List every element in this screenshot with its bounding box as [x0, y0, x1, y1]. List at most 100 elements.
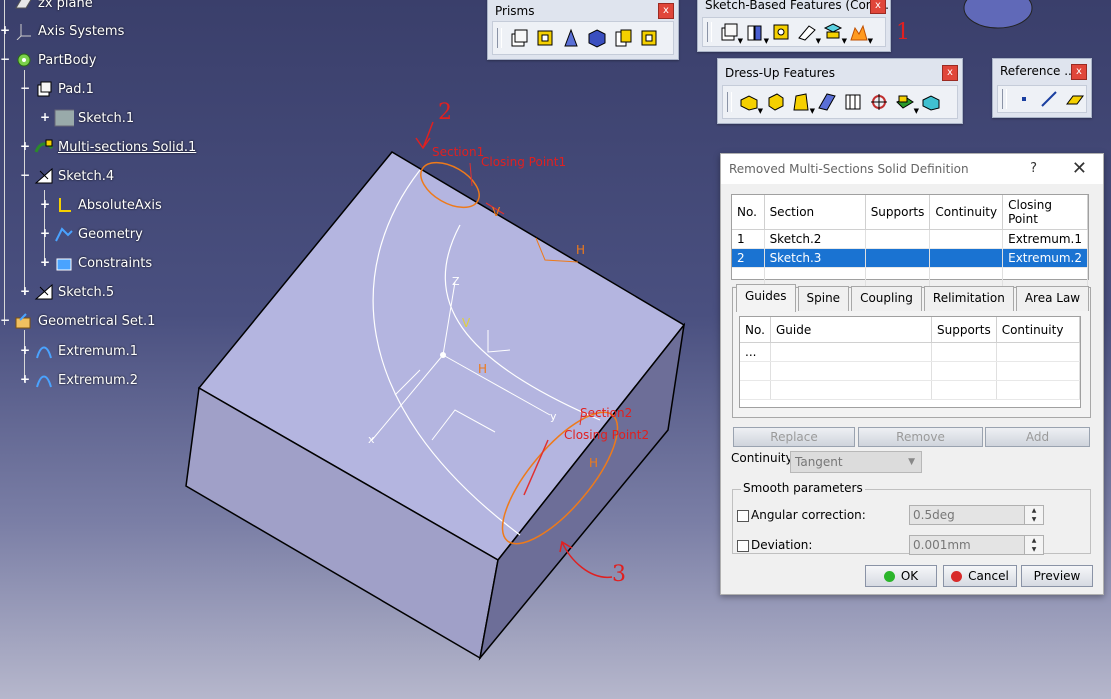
reference-toolbar[interactable]: Reference ... x	[992, 58, 1092, 118]
tree-expander-axis-systems[interactable]: +	[0, 24, 10, 36]
sketch-tool-hole-icon[interactable]	[770, 21, 792, 43]
angular-correction-checkbox[interactable]	[737, 510, 749, 522]
tab-area-law[interactable]: Area Law	[1015, 286, 1090, 311]
tree-expander-constraints[interactable]: +	[40, 256, 50, 268]
guides-table[interactable]: No. Guide Supports Continuity ...	[739, 316, 1081, 408]
sketch-tool-rib-icon[interactable]: ▼	[796, 21, 821, 45]
h-label-2: H	[478, 362, 488, 376]
tree-expander-multisection[interactable]: +	[20, 140, 30, 152]
prism-tool-pad-icon[interactable]	[508, 27, 530, 49]
prisms-toolbar[interactable]: Prisms x	[487, 0, 679, 60]
tree-expander-sketch4[interactable]: −	[20, 169, 30, 181]
dressup-draft-icon[interactable]: ▼	[790, 91, 815, 115]
reference-line-icon[interactable]	[1039, 88, 1061, 110]
ok-green-icon	[883, 571, 895, 582]
reference-point-icon[interactable]	[1013, 88, 1035, 110]
dressup-remove-face-icon[interactable]: ▼	[894, 91, 919, 115]
dressup-shell-icon[interactable]	[816, 91, 838, 113]
dialog-title-bar[interactable]: Removed Multi-Sections Solid Definition …	[721, 154, 1103, 184]
tree-expander-geometry[interactable]: +	[40, 227, 50, 239]
prism-tool-hole-icon[interactable]	[612, 27, 634, 49]
tree-item-partbody[interactable]: PartBody	[14, 49, 96, 71]
sketch-icon	[54, 109, 74, 127]
ok-button[interactable]: OK	[865, 565, 937, 587]
tree-item-multisection-solid1[interactable]: Multi-sections Solid.1	[34, 136, 196, 158]
dress-up-features-toolbar[interactable]: Dress-Up Features x ▼ ▼ ▼	[717, 58, 963, 124]
compass	[963, 0, 1033, 29]
tree-item-sketch1[interactable]: Sketch.1	[54, 107, 134, 129]
angular-correction-input[interactable]: 0.5deg ▲ ▼	[909, 505, 1044, 525]
dressup-replace-face-icon[interactable]	[920, 91, 942, 113]
tree-expander-absoluteaxis[interactable]: +	[40, 198, 50, 210]
tree-item-geometrical-set1[interactable]: Geometrical Set.1	[14, 310, 155, 332]
tab-coupling[interactable]: Coupling	[851, 286, 922, 311]
tree-item-geometry[interactable]: Geometry	[54, 223, 143, 245]
tree-item-zx-plane[interactable]: zx plane	[14, 0, 93, 14]
tree-item-axis-systems[interactable]: Axis Systems	[14, 20, 124, 42]
prism-tool-rib-icon[interactable]	[638, 27, 660, 49]
tree-expander-partbody[interactable]: −	[0, 53, 10, 65]
tree-item-sketch5[interactable]: Sketch.5	[34, 281, 114, 303]
table-row-selected[interactable]: 2 Sketch.3 Extremum.2	[732, 248, 1088, 268]
annotation-2: 2	[438, 100, 452, 125]
sections-table[interactable]: No. Section Supports Continuity Closing …	[731, 194, 1089, 287]
tab-spine[interactable]: Spine	[797, 286, 850, 311]
prism-tool-shaft-icon[interactable]	[560, 27, 582, 49]
sketch-tool-shaft-icon[interactable]: ▼	[744, 21, 769, 45]
tab-strip: Guides Spine Coupling Relimitation Area …	[736, 284, 1091, 314]
tree-item-absoluteaxis[interactable]: AbsoluteAxis	[54, 194, 162, 216]
tree-item-extremum1[interactable]: Extremum.1	[34, 340, 138, 362]
tree-expander-pad1[interactable]: −	[20, 82, 30, 94]
tree-expander-geoset1[interactable]: −	[0, 314, 10, 326]
prism-tool-groove-icon[interactable]	[586, 27, 608, 49]
continuity-select[interactable]: Tangent ▼	[790, 451, 922, 473]
replace-button[interactable]: Replace	[733, 427, 855, 447]
tab-relimitation[interactable]: Relimitation	[923, 286, 1014, 311]
tree-expander-sketch5[interactable]: +	[20, 285, 30, 297]
tree-item-extremum2[interactable]: Extremum.2	[34, 369, 138, 391]
tree-item-pad1[interactable]: Pad.1	[34, 78, 94, 100]
table-row[interactable]: ...	[740, 342, 1081, 362]
sketch-based-features-toolbar[interactable]: Sketch-Based Features (Com... x ▼ ▼ ▼ ▼ …	[697, 0, 891, 52]
dressup-thickness-icon[interactable]	[842, 91, 864, 113]
sketch-based-close-button[interactable]: x	[870, 0, 886, 14]
guides-header-row: No. Guide Supports Continuity	[740, 317, 1081, 343]
help-button[interactable]: ?	[1030, 154, 1037, 184]
dressup-thread-icon[interactable]	[868, 91, 890, 113]
sketch-tool-multisection-icon[interactable]: ▼	[848, 21, 873, 45]
reference-plane-icon[interactable]	[1064, 88, 1086, 110]
reference-close-button[interactable]: x	[1071, 64, 1087, 80]
table-row[interactable]	[740, 361, 1081, 381]
deviation-input[interactable]: 0.001mm ▲ ▼	[909, 535, 1044, 555]
tree-expander-extremum1[interactable]: +	[20, 344, 30, 356]
sketch-based-toolbar-title: Sketch-Based Features (Com...	[705, 0, 889, 12]
geoset-icon	[14, 312, 34, 330]
table-row[interactable]	[740, 380, 1081, 400]
prisms-close-button[interactable]: x	[658, 3, 674, 19]
tree-expander-extremum2[interactable]: +	[20, 373, 30, 385]
sketch-icon	[34, 283, 54, 301]
dressup-fillet-icon[interactable]: ▼	[738, 91, 763, 115]
add-button[interactable]: Add	[985, 427, 1090, 447]
sketch-tool-stiffener-icon[interactable]: ▼	[822, 21, 847, 45]
dress-up-close-button[interactable]: x	[942, 65, 958, 81]
pad-icon	[34, 80, 54, 98]
cancel-button[interactable]: Cancel	[943, 565, 1017, 587]
dialog-close-button[interactable]: ✕	[1072, 154, 1087, 184]
angular-spinner[interactable]: ▲ ▼	[1024, 506, 1043, 524]
axis-origin	[440, 352, 446, 358]
deviation-checkbox[interactable]	[737, 540, 749, 552]
chevron-down-icon: ▼	[908, 457, 915, 467]
deviation-spinner[interactable]: ▲ ▼	[1024, 536, 1043, 554]
remove-button[interactable]: Remove	[858, 427, 983, 447]
geometry-icon	[54, 225, 74, 243]
table-row[interactable]: 1 Sketch.2 Extremum.1	[732, 229, 1088, 249]
tab-guides[interactable]: Guides	[736, 284, 796, 312]
tree-item-constraints[interactable]: Constraints	[54, 252, 152, 274]
tree-expander-sketch1[interactable]: +	[40, 111, 50, 123]
dressup-chamfer-icon[interactable]	[764, 91, 786, 113]
preview-button[interactable]: Preview	[1021, 565, 1093, 587]
sketch-tool-pad-icon[interactable]: ▼	[718, 21, 743, 45]
prism-tool-pocket-icon[interactable]	[534, 27, 556, 49]
tree-item-sketch4[interactable]: Sketch.4	[34, 165, 114, 187]
